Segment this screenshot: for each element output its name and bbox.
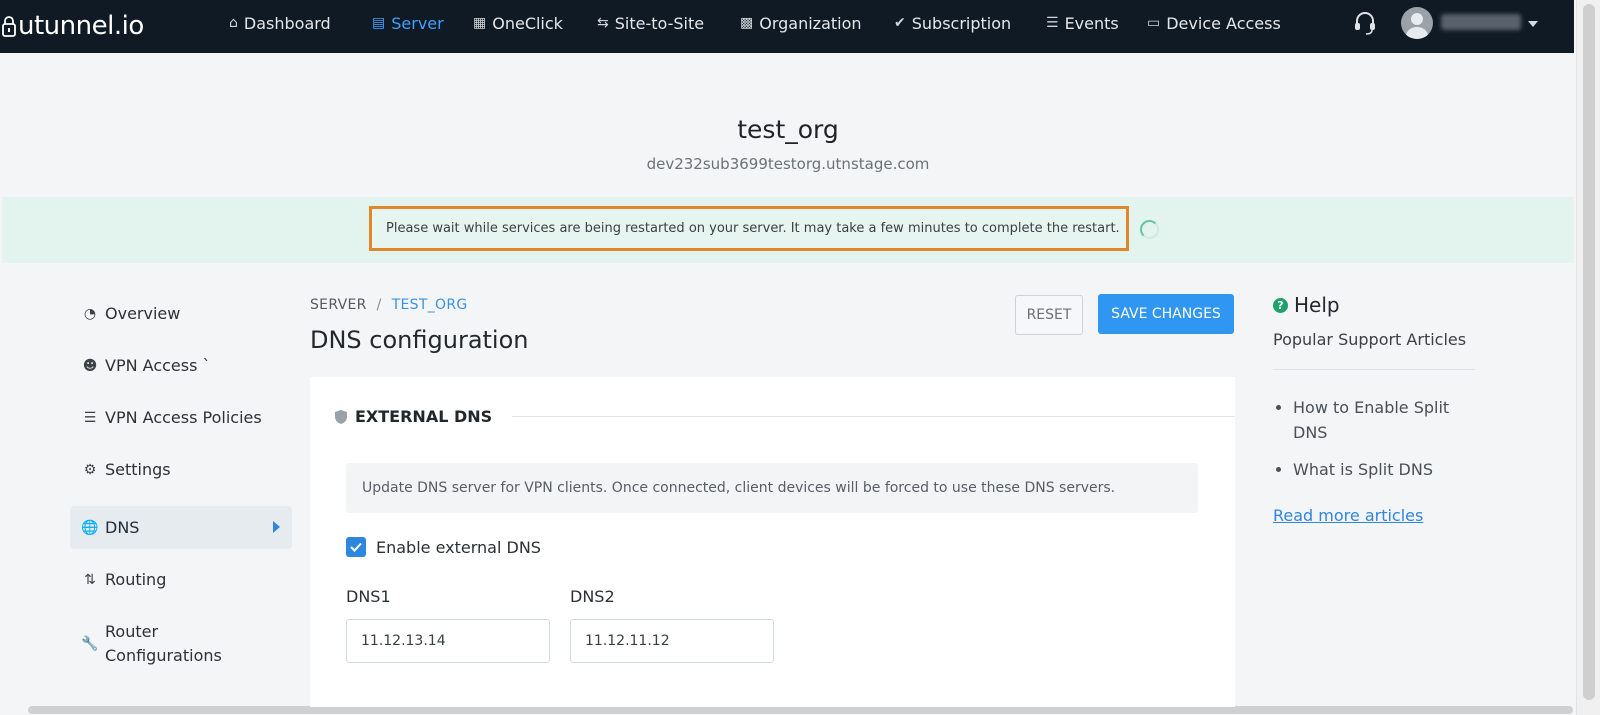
nav-organization[interactable]: ▩ Organization <box>740 0 862 46</box>
brand-name: utunnel.io <box>18 11 144 41</box>
top-navigation: utunnel.io ⌂ Dashboard ▤ Server ▦ OneCli… <box>0 0 1574 53</box>
nav-site-to-site[interactable]: ⇆ Site-to-Site <box>597 0 704 46</box>
sidebar-item-router-configurations[interactable]: 🔧 Router Configurations <box>70 616 292 672</box>
lock-icon <box>2 16 16 37</box>
avatar[interactable] <box>1401 7 1433 39</box>
dns-info-text: Update DNS server for VPN clients. Once … <box>346 463 1198 513</box>
nav-subscription[interactable]: ✔ Subscription <box>894 0 1011 46</box>
enable-external-dns-checkbox[interactable] <box>346 537 366 557</box>
help-subtitle: Popular Support Articles <box>1273 330 1467 349</box>
headset-icon[interactable] <box>1352 10 1378 36</box>
checkmark-icon <box>350 542 362 552</box>
wrench-icon: 🔧 <box>81 636 99 652</box>
save-changes-button[interactable]: SAVE CHANGES <box>1098 294 1234 334</box>
nav-dashboard[interactable]: ⌂ Dashboard <box>229 0 331 46</box>
nav-oneclick[interactable]: ▦ OneClick <box>473 0 563 46</box>
pie-chart-icon: ◔ <box>83 305 97 322</box>
help-article-link[interactable]: How to Enable Split DNS <box>1293 395 1473 445</box>
read-more-articles-link[interactable]: Read more articles <box>1273 506 1423 525</box>
help-title: ? Help <box>1273 293 1340 317</box>
nav-events[interactable]: ☰ Events <box>1046 0 1119 46</box>
gear-icon: ⚙ <box>83 461 97 478</box>
org-header: test_org dev232sub3699testorg.utnstage.c… <box>2 53 1574 197</box>
dns2-label: DNS2 <box>570 587 615 606</box>
user-icon: ☻ <box>82 357 98 374</box>
help-question-icon: ? <box>1273 297 1288 313</box>
sidebar-item-dns[interactable]: 🌐 DNS <box>70 506 292 549</box>
shield-icon <box>335 409 347 424</box>
policy-list-icon: ☰ <box>83 409 97 426</box>
list-icon: ☰ <box>1046 15 1059 31</box>
breadcrumb-root[interactable]: SERVER <box>310 297 367 313</box>
sidebar-item-overview[interactable]: ◔ Overview <box>70 292 292 335</box>
org-title: test_org <box>737 115 839 144</box>
brand-logo[interactable]: utunnel.io <box>2 6 144 46</box>
building-icon: ▩ <box>740 15 754 31</box>
vertical-scrollbar[interactable] <box>1576 0 1600 715</box>
loading-spinner-icon <box>1140 220 1159 239</box>
sidebar-item-vpn-access[interactable]: ☻ VPN Access ` <box>70 344 292 387</box>
globe-icon: 🌐 <box>81 519 99 536</box>
restart-notice-message: Please wait while services are being res… <box>369 206 1129 251</box>
caret-right-icon <box>273 521 280 533</box>
divider <box>512 416 1235 417</box>
dns2-input[interactable] <box>570 619 774 663</box>
reset-button[interactable]: RESET <box>1015 295 1083 335</box>
check-circle-icon: ✔ <box>894 15 906 31</box>
org-domain: dev232sub3699testorg.utnstage.com <box>646 155 930 173</box>
dns1-label: DNS1 <box>346 587 391 606</box>
section-title: EXTERNAL DNS <box>335 407 492 426</box>
divider <box>1273 369 1475 370</box>
page-title: DNS configuration <box>310 326 529 354</box>
home-icon: ⌂ <box>229 15 238 31</box>
monitor-icon: ▭ <box>1147 15 1161 31</box>
restart-notice-banner: Please wait while services are being res… <box>2 197 1574 263</box>
routing-icon: ⇅ <box>84 571 96 588</box>
breadcrumb: SERVER / TEST_ORG <box>310 297 468 313</box>
link-icon: ⇆ <box>597 15 609 31</box>
sidebar-item-routing[interactable]: ⇅ Routing <box>70 558 292 601</box>
horizontal-scrollbar[interactable] <box>28 706 1573 714</box>
sidebar-item-settings[interactable]: ⚙ Settings <box>70 448 292 491</box>
nav-server[interactable]: ▤ Server <box>372 0 444 46</box>
enable-external-dns-row[interactable]: Enable external DNS <box>346 537 541 557</box>
chevron-down-icon[interactable] <box>1528 21 1538 27</box>
external-dns-card: EXTERNAL DNS Update DNS server for VPN c… <box>310 377 1235 707</box>
grid-icon: ▦ <box>473 15 487 31</box>
breadcrumb-current[interactable]: TEST_ORG <box>392 297 468 313</box>
server-icon: ▤ <box>372 15 386 31</box>
help-article-list: How to Enable Split DNS What is Split DN… <box>1293 395 1473 494</box>
user-name-blurred[interactable] <box>1441 14 1521 30</box>
enable-external-dns-label: Enable external DNS <box>376 537 541 557</box>
nav-device-access[interactable]: ▭ Device Access <box>1147 0 1281 46</box>
help-article-link[interactable]: What is Split DNS <box>1293 457 1473 482</box>
scrollbar-thumb[interactable] <box>1583 4 1595 700</box>
dns1-input[interactable] <box>346 619 550 663</box>
sidebar-item-vpn-access-policies[interactable]: ☰ VPN Access Policies <box>70 396 292 439</box>
